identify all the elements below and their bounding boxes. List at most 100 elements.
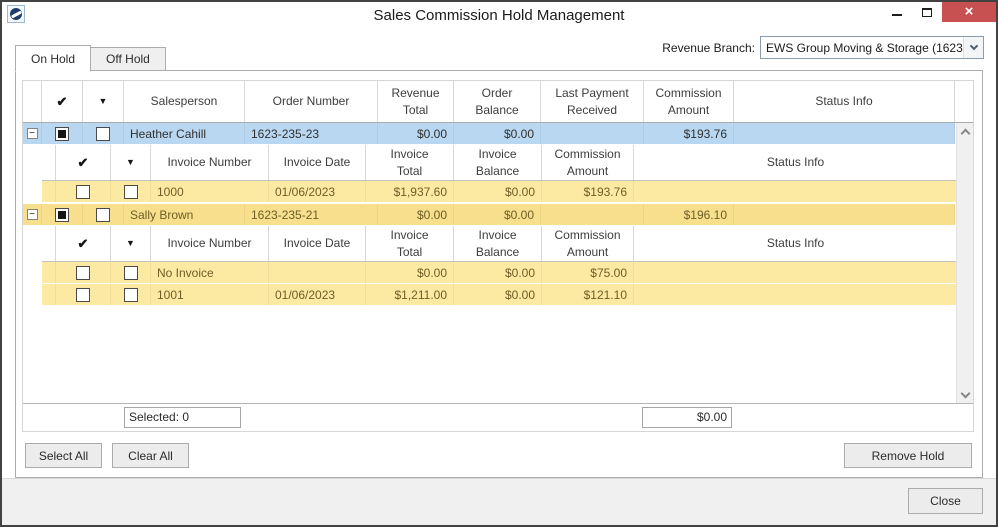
vertical-scrollbar[interactable] — [956, 123, 973, 403]
remove-hold-button[interactable]: Remove Hold — [844, 443, 972, 468]
column-header-expander — [23, 81, 42, 122]
salesperson-cell: Sally Brown — [124, 204, 245, 225]
collapse-button[interactable]: − — [26, 209, 38, 220]
invoice-column-header-date[interactable]: Invoice Date — [269, 145, 366, 180]
collapse-button[interactable]: − — [26, 128, 38, 139]
column-header-revenue-total[interactable]: Revenue Total — [378, 81, 454, 122]
commission-total-box: $0.00 — [642, 407, 732, 428]
invoice-status-cell — [634, 262, 957, 283]
invoice-column-header-flag[interactable]: ▼ — [111, 145, 151, 180]
order-balance-cell: $0.00 — [454, 204, 541, 225]
salesperson-cell: Heather Cahill — [124, 123, 245, 144]
maximize-button[interactable] — [912, 2, 942, 22]
select-checkbox[interactable] — [55, 126, 69, 141]
invoice-number-cell: 1001 — [151, 284, 269, 305]
close-dialog-button[interactable]: Close — [908, 488, 983, 514]
invoice-column-header-select[interactable]: ✔ — [56, 226, 111, 261]
invoice-header-row: ✔ ▼ Invoice Number Invoice Date Invoice … — [42, 145, 957, 181]
column-header-order-number[interactable]: Order Number — [245, 81, 378, 122]
invoice-column-header-number[interactable]: Invoice Number — [151, 145, 269, 180]
column-header-status-info[interactable]: Status Info — [734, 81, 955, 122]
revenue-branch-value: EWS Group Moving & Storage (1623) — [766, 40, 963, 55]
select-checkbox[interactable] — [55, 207, 69, 222]
dialog-window: Sales Commission Hold Management × Reven… — [0, 0, 998, 527]
status-info-cell — [734, 123, 955, 144]
invoice-total-cell: $0.00 — [366, 262, 454, 283]
invoice-commission-cell: $193.76 — [542, 181, 634, 202]
tab-off-hold[interactable]: Off Hold — [90, 47, 166, 71]
select-all-button[interactable]: Select All — [25, 443, 102, 468]
invoice-column-header-select[interactable]: ✔ — [56, 145, 111, 180]
invoice-flag-checkbox[interactable] — [123, 184, 138, 199]
selected-count-box: Selected: 0 — [124, 407, 241, 428]
invoice-select-checkbox[interactable] — [76, 184, 90, 199]
revenue-total-cell: $0.00 — [378, 123, 454, 144]
invoice-column-header-total[interactable]: Invoice Total — [366, 145, 454, 180]
title-bar: Sales Commission Hold Management × — [2, 2, 996, 32]
globe-icon — [10, 8, 22, 20]
window-title: Sales Commission Hold Management — [373, 7, 625, 24]
check-icon: ✔ — [77, 154, 89, 170]
invoice-column-header-balance[interactable]: Invoice Balance — [454, 226, 542, 261]
filter-icon: ▼ — [126, 157, 135, 168]
order-balance-cell: $0.00 — [454, 123, 541, 144]
invoice-column-header-date[interactable]: Invoice Date — [269, 226, 366, 261]
salesperson-row[interactable]: − Sally Brown 1623-235-21 $0.00 $0.00 $1… — [23, 204, 955, 226]
status-info-cell — [734, 204, 955, 225]
invoice-status-cell — [634, 284, 957, 305]
invoice-select-checkbox[interactable] — [76, 265, 90, 280]
column-header-flag[interactable]: ▼ — [83, 81, 124, 122]
tab-strip: On Hold Off Hold — [15, 44, 166, 72]
flag-checkbox[interactable] — [96, 207, 110, 222]
invoice-select-checkbox[interactable] — [76, 287, 90, 302]
invoice-header-row: ✔ ▼ Invoice Number Invoice Date Invoice … — [42, 226, 957, 262]
minimize-button[interactable] — [882, 2, 912, 22]
column-header-order-balance[interactable]: Order Balance — [454, 81, 541, 122]
clear-all-button[interactable]: Clear All — [112, 443, 189, 468]
commission-hold-grid: ✔ ▼ Salesperson Order Number Revenue Tot… — [22, 80, 974, 432]
column-header-salesperson[interactable]: Salesperson — [124, 81, 245, 122]
maximize-icon — [922, 7, 932, 17]
chevron-up-icon — [960, 128, 971, 138]
column-header-last-payment[interactable]: Last Payment Received — [541, 81, 644, 122]
close-window-button[interactable]: × — [942, 2, 996, 22]
invoice-row-header-spacer — [42, 145, 56, 180]
invoice-status-cell — [634, 181, 957, 202]
scroll-down-button[interactable] — [957, 386, 974, 403]
invoice-commission-cell: $121.10 — [542, 284, 634, 305]
tab-on-hold[interactable]: On Hold — [15, 45, 92, 72]
invoice-flag-checkbox[interactable] — [123, 265, 138, 280]
invoice-column-header-total[interactable]: Invoice Total — [366, 226, 454, 261]
invoice-balance-cell: $0.00 — [454, 181, 542, 202]
check-icon: ✔ — [77, 235, 89, 251]
invoice-column-header-commission[interactable]: Commission Amount — [542, 145, 634, 180]
invoice-row[interactable]: No Invoice $0.00 $0.00 $75.00 — [42, 262, 957, 284]
invoice-column-header-status[interactable]: Status Info — [634, 226, 957, 261]
close-icon: × — [964, 3, 974, 20]
invoice-flag-checkbox[interactable] — [123, 287, 138, 302]
column-header-select[interactable]: ✔ — [42, 81, 83, 122]
combo-dropdown-button[interactable] — [963, 37, 983, 58]
invoice-column-header-balance[interactable]: Invoice Balance — [454, 145, 542, 180]
header-filler — [955, 81, 973, 122]
column-header-commission[interactable]: Commission Amount — [644, 81, 734, 122]
invoice-row[interactable]: 1001 01/06/2023 $1,211.00 $0.00 $121.10 — [42, 284, 957, 306]
invoice-grid: ✔ ▼ Invoice Number Invoice Date Invoice … — [42, 145, 957, 203]
chevron-down-icon — [960, 388, 971, 398]
invoice-number-cell: No Invoice — [151, 262, 269, 283]
invoice-total-cell: $1,211.00 — [366, 284, 454, 305]
invoice-row-header-spacer — [42, 226, 56, 261]
invoice-date-cell — [269, 262, 366, 283]
window-controls: × — [882, 2, 996, 22]
revenue-branch-select[interactable]: EWS Group Moving & Storage (1623) — [760, 36, 984, 59]
order-number-cell: 1623-235-23 — [245, 123, 378, 144]
revenue-branch-row: Revenue Branch: EWS Group Moving & Stora… — [662, 36, 984, 59]
invoice-row[interactable]: 1000 01/06/2023 $1,937.60 $0.00 $193.76 — [42, 181, 957, 203]
invoice-column-header-flag[interactable]: ▼ — [111, 226, 151, 261]
salesperson-row[interactable]: − Heather Cahill 1623-235-23 $0.00 $0.00… — [23, 123, 955, 145]
scroll-up-button[interactable] — [957, 123, 974, 140]
flag-checkbox[interactable] — [96, 126, 110, 141]
invoice-column-header-status[interactable]: Status Info — [634, 145, 957, 180]
invoice-column-header-commission[interactable]: Commission Amount — [542, 226, 634, 261]
invoice-column-header-number[interactable]: Invoice Number — [151, 226, 269, 261]
